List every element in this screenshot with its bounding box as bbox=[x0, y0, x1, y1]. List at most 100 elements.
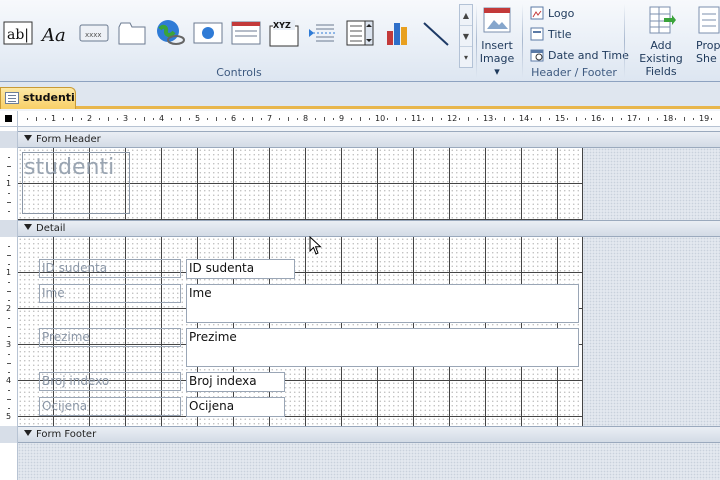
line-control-icon[interactable] bbox=[420, 14, 452, 52]
text-box-control-icon[interactable]: ab| bbox=[2, 14, 34, 52]
ruler-tick bbox=[8, 336, 10, 337]
ruler-number: 17 bbox=[627, 114, 638, 123]
ruler-tick bbox=[279, 118, 280, 120]
chart-control-icon[interactable] bbox=[382, 14, 414, 52]
form-selector[interactable] bbox=[0, 111, 18, 127]
title-icon bbox=[530, 27, 544, 41]
gallery-scroll[interactable]: ▲ ▼ ▾ bbox=[459, 4, 473, 68]
ruler-tick bbox=[675, 118, 676, 120]
ruler-tick bbox=[27, 118, 28, 120]
separator bbox=[522, 4, 523, 78]
ruler-number: 14 bbox=[519, 114, 530, 123]
label-control-icon[interactable]: Aa bbox=[40, 14, 72, 52]
ruler-tick bbox=[216, 117, 217, 121]
form-title-label[interactable]: studenti bbox=[22, 152, 130, 214]
ruler-tick bbox=[441, 118, 442, 120]
ruler-tick bbox=[585, 118, 586, 120]
ruler-number: 5 bbox=[195, 114, 201, 123]
ruler-number: 1 bbox=[51, 114, 57, 123]
ruler-tick bbox=[495, 118, 496, 120]
ruler-tick bbox=[648, 117, 649, 121]
ruler-tick bbox=[8, 318, 10, 319]
form-footer-area[interactable] bbox=[18, 443, 720, 480]
date-time-icon bbox=[530, 49, 544, 62]
ruler-tick bbox=[153, 118, 154, 120]
gallery-down-icon[interactable]: ▼ bbox=[460, 26, 472, 47]
ruler-tick bbox=[549, 118, 550, 120]
form-footer-selector[interactable] bbox=[0, 426, 18, 443]
label-id-sudenta[interactable]: ID sudenta bbox=[39, 259, 181, 278]
ruler-tick bbox=[693, 118, 694, 120]
ruler-number: 7 bbox=[267, 114, 273, 123]
ruler-tick bbox=[63, 118, 64, 120]
ruler-tick bbox=[621, 118, 622, 120]
label-prezime[interactable]: Prezime bbox=[39, 328, 181, 347]
textbox-broj-indexa[interactable]: Broj indexa bbox=[186, 372, 285, 392]
ruler-tick bbox=[405, 118, 406, 120]
ruler-tick bbox=[225, 118, 226, 120]
textbox-prezime[interactable]: Prezime bbox=[186, 328, 579, 367]
gallery-up-icon[interactable]: ▲ bbox=[460, 5, 472, 26]
page-break-control-icon[interactable] bbox=[306, 14, 338, 52]
section-collapse-icon bbox=[24, 135, 32, 141]
textbox-ime[interactable]: Ime bbox=[186, 284, 579, 323]
insert-image-button[interactable]: Insert Image ▾ bbox=[478, 6, 516, 78]
detail-label: Detail bbox=[36, 223, 66, 234]
document-tab-studenti[interactable]: studenti bbox=[0, 87, 76, 109]
section-collapse-icon bbox=[24, 430, 32, 436]
logo-button[interactable]: Logo bbox=[530, 4, 574, 22]
ruler-tick bbox=[7, 166, 11, 167]
ruler-tick bbox=[351, 118, 352, 120]
ruler-tick bbox=[8, 175, 10, 176]
form-design-surface: 1 2 3 4 5 6 7 8 9 10 11 12 13 14 15 16 17 18 19 112345 For… bbox=[0, 109, 720, 480]
section-collapse-icon bbox=[24, 224, 32, 230]
ruler-tick bbox=[45, 118, 46, 120]
date-time-button[interactable]: Date and Time bbox=[530, 46, 629, 64]
label-ime[interactable]: Ime bbox=[39, 284, 181, 303]
textbox-id-sudenta[interactable]: ID sudenta bbox=[186, 259, 295, 279]
ruler-tick bbox=[7, 255, 11, 256]
property-sheet-button[interactable]: Prop She bbox=[696, 4, 720, 65]
ruler-tick bbox=[207, 118, 208, 120]
gallery-more-icon[interactable]: ▾ bbox=[460, 47, 472, 68]
ruler-tick bbox=[171, 118, 172, 120]
option-group-control-icon[interactable]: XYZ bbox=[268, 14, 300, 52]
textbox-ocijena[interactable]: Ocijena bbox=[186, 397, 285, 417]
ruler-tick bbox=[8, 300, 10, 301]
button-control-icon[interactable]: xxxx bbox=[78, 14, 110, 52]
hyperlink-control-icon[interactable] bbox=[154, 14, 186, 52]
ruler-number: 19 bbox=[699, 114, 710, 123]
tab-control-icon[interactable] bbox=[116, 14, 148, 52]
navigation-control-icon[interactable] bbox=[230, 14, 262, 52]
ruler-tick bbox=[576, 117, 577, 121]
combo-box-control-icon[interactable] bbox=[344, 14, 376, 52]
web-browser-control-icon[interactable] bbox=[192, 14, 224, 52]
detail-bar[interactable]: Detail bbox=[18, 220, 720, 237]
image-icon bbox=[483, 7, 511, 33]
ruler-number: 5 bbox=[6, 412, 12, 421]
ruler-tick bbox=[711, 118, 712, 120]
insert-image-line2: Image ▾ bbox=[479, 52, 515, 78]
ruler-number: 15 bbox=[555, 114, 566, 123]
add-existing-fields-button[interactable]: Add Existing Fields bbox=[628, 4, 694, 78]
ruler-tick bbox=[117, 118, 118, 120]
detail-selector[interactable] bbox=[0, 220, 18, 237]
ruler-number: 12 bbox=[447, 114, 458, 123]
title-button[interactable]: Title bbox=[530, 25, 572, 43]
horizontal-ruler[interactable]: 1 2 3 4 5 6 7 8 9 10 11 12 13 14 15 16 17 18 19 bbox=[18, 111, 720, 127]
label-broj-indexo[interactable]: Broj indexo bbox=[39, 372, 181, 391]
ruler-tick bbox=[8, 390, 10, 391]
ruler-tick bbox=[567, 118, 568, 120]
form-footer-label: Form Footer bbox=[36, 429, 97, 440]
ruler-tick bbox=[261, 118, 262, 120]
ruler-tick bbox=[432, 117, 433, 121]
form-footer-bar[interactable]: Form Footer bbox=[18, 426, 720, 443]
ruler-number: 4 bbox=[6, 376, 12, 385]
ruler-tick bbox=[603, 118, 604, 120]
mouse-pointer-icon bbox=[309, 236, 322, 255]
form-header-selector[interactable] bbox=[0, 131, 18, 148]
header-footer-group-label: Header / Footer bbox=[531, 66, 617, 79]
ruler-number: 18 bbox=[663, 114, 674, 123]
label-ocijena[interactable]: Ocijena bbox=[39, 397, 181, 416]
form-header-bar[interactable]: Form Header bbox=[18, 131, 720, 148]
